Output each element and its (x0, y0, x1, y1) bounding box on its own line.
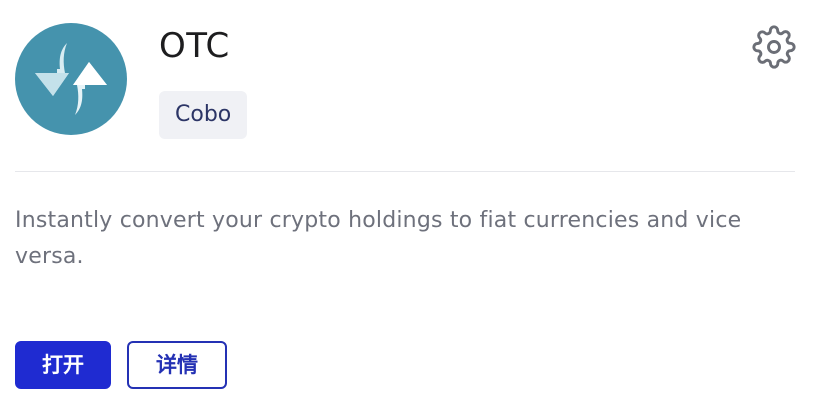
details-button[interactable]: 详情 (127, 341, 227, 389)
app-title: OTC (159, 26, 230, 66)
open-button[interactable]: 打开 (15, 341, 111, 389)
gear-icon (752, 25, 796, 69)
app-description: Instantly convert your crypto holdings t… (15, 208, 742, 269)
provider-badge: Cobo (159, 91, 248, 139)
app-card: OTC Cobo Instantly convert your crypto h… (0, 0, 815, 407)
divider (15, 171, 795, 172)
settings-button[interactable] (752, 25, 796, 69)
swap-arrows-icon (35, 43, 107, 115)
app-logo (15, 23, 127, 135)
